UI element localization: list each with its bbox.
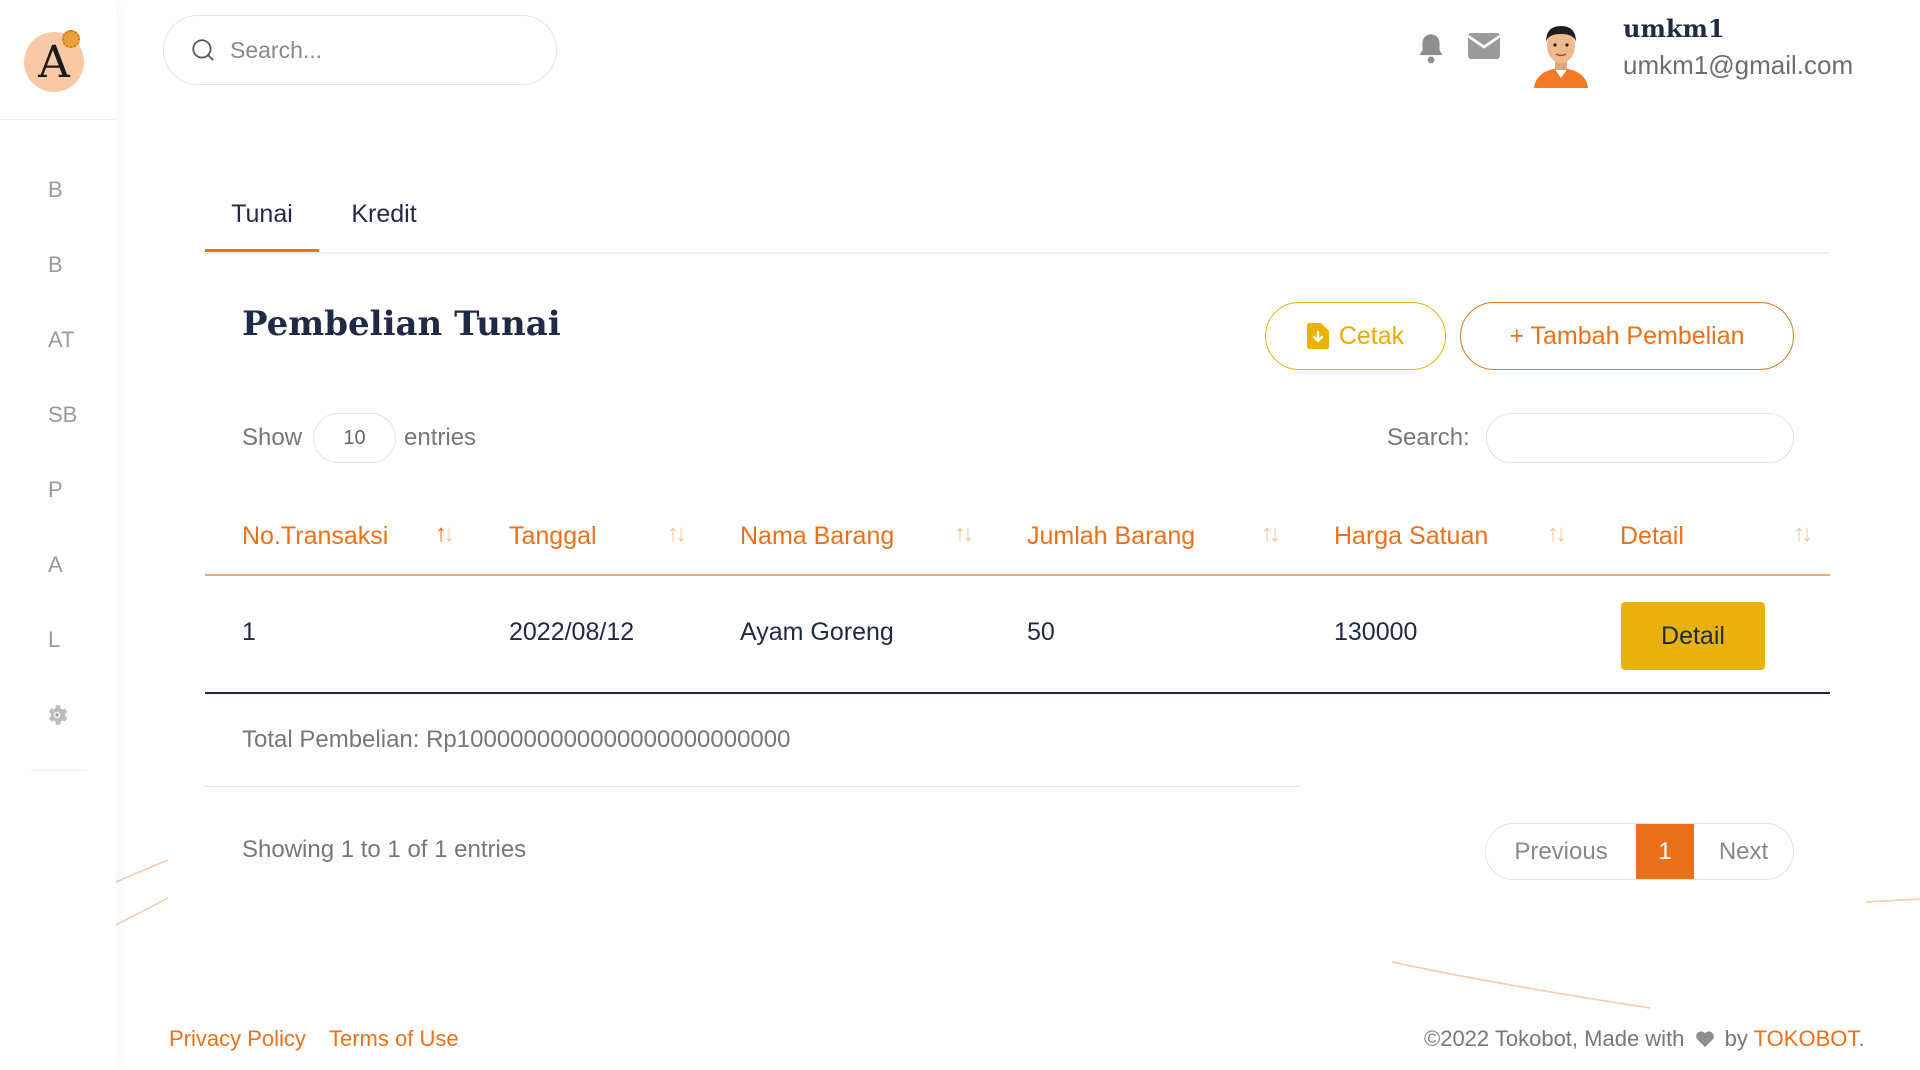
table-row: 1 2022/08/12 Ayam Goreng 50 130000 Detai… [205,576,1830,694]
sidebar-item-at[interactable]: AT [0,302,116,377]
sort-icon[interactable]: ↑↓ [954,520,974,548]
sidebar-item-label: P [48,476,63,502]
copyright-by: by [1724,1026,1748,1051]
column-header-no-transaksi[interactable]: No.Transaksi [242,522,388,551]
sidebar-item-label: AT [48,326,75,352]
tokobot-link[interactable]: TOKOBOT [1754,1026,1859,1051]
cetak-label: Cetak [1338,321,1405,350]
column-header-harga-satuan[interactable]: Harga Satuan [1334,522,1488,551]
tab-kredit[interactable]: Kredit [333,192,435,252]
cell-nama-barang: Ayam Goreng [740,618,894,646]
copyright-text: ©2022 Tokobot, Made with [1424,1026,1685,1051]
sidebar-item-a[interactable]: A [0,527,116,602]
page-1-button[interactable]: 1 [1636,824,1694,879]
previous-page-button[interactable]: Previous [1486,824,1636,879]
sidebar-item-p[interactable]: P [0,452,116,527]
sort-icon[interactable]: ↑↓ [667,520,687,548]
user-name: umkm1 [1623,14,1725,43]
column-header-tanggal[interactable]: Tanggal [509,522,597,551]
mail-icon[interactable] [1468,32,1500,60]
pagination: Previous 1 Next [1485,823,1794,880]
print-document-icon [1306,323,1329,349]
next-page-button[interactable]: Next [1694,824,1793,879]
cell-no-transaksi: 1 [242,618,256,646]
table-header: No.Transaksi ↑↓ Tanggal ↑↓ Nama Barang ↑… [205,500,1830,576]
tambah-pembelian-button[interactable]: + Tambah Pembelian [1460,302,1794,370]
sidebar-item-sb[interactable]: SB [0,377,116,452]
avatar[interactable] [1530,18,1592,88]
logo-area: A [0,0,116,120]
logo-badge-icon [62,30,80,48]
sidebar-item-label: SB [48,401,78,427]
sidebar-divider [30,770,86,771]
copyright-suffix: . [1858,1026,1865,1051]
sort-icon[interactable]: ↑↓ [435,520,455,548]
entries-label: entries [404,424,477,451]
sidebar-item-label: A [48,551,63,577]
sidebar-item-label: B [48,251,63,277]
heart-icon [1695,1031,1714,1048]
table-search-input[interactable] [1486,413,1794,463]
footer-copyright: ©2022 Tokobot, Made with by TOKOBOT. [1424,1026,1865,1052]
cell-jumlah-barang: 50 [1027,618,1055,646]
detail-button[interactable]: Detail [1621,602,1765,670]
table-search-label: Search: [1387,424,1470,451]
page-title: Pembelian Tunai [242,304,561,344]
user-email: umkm1@gmail.com [1623,50,1854,80]
column-header-jumlah-barang[interactable]: Jumlah Barang [1027,522,1195,551]
global-search[interactable] [163,15,557,85]
column-header-detail[interactable]: Detail [1620,522,1684,551]
gear-icon [48,704,68,725]
search-input[interactable] [230,36,530,64]
sidebar-item-settings[interactable] [0,677,116,752]
terms-of-use-link[interactable]: Terms of Use [329,1026,459,1052]
divider [205,786,1299,787]
tab-bar: Tunai Kredit [205,192,1830,254]
tab-tunai[interactable]: Tunai [205,192,319,252]
total-pembelian: Total Pembelian: Rp100000000000000000000… [242,726,791,753]
cell-tanggal: 2022/08/12 [509,618,635,646]
showing-entries-info: Showing 1 to 1 of 1 entries [242,836,527,863]
privacy-policy-link[interactable]: Privacy Policy [169,1026,306,1052]
cell-harga-satuan: 130000 [1334,618,1418,646]
sidebar-nav: B B AT SB P A L [0,120,116,752]
sort-icon[interactable]: ↑↓ [1793,520,1813,548]
bell-icon[interactable] [1416,32,1446,66]
sidebar-item-b1[interactable]: B [0,152,116,227]
search-icon [192,39,214,61]
entries-select[interactable]: 10 [313,413,396,463]
column-header-nama-barang[interactable]: Nama Barang [740,522,894,551]
sidebar-item-label: L [48,626,61,652]
sidebar-item-label: B [48,176,63,202]
cetak-button[interactable]: Cetak [1265,302,1446,370]
sort-icon[interactable]: ↑↓ [1547,520,1567,548]
sidebar-item-b2[interactable]: B [0,227,116,302]
sort-icon[interactable]: ↑↓ [1261,520,1281,548]
show-label: Show [242,424,303,451]
sidebar: A B B AT SB P A L [0,0,116,1070]
sidebar-item-l[interactable]: L [0,602,116,677]
